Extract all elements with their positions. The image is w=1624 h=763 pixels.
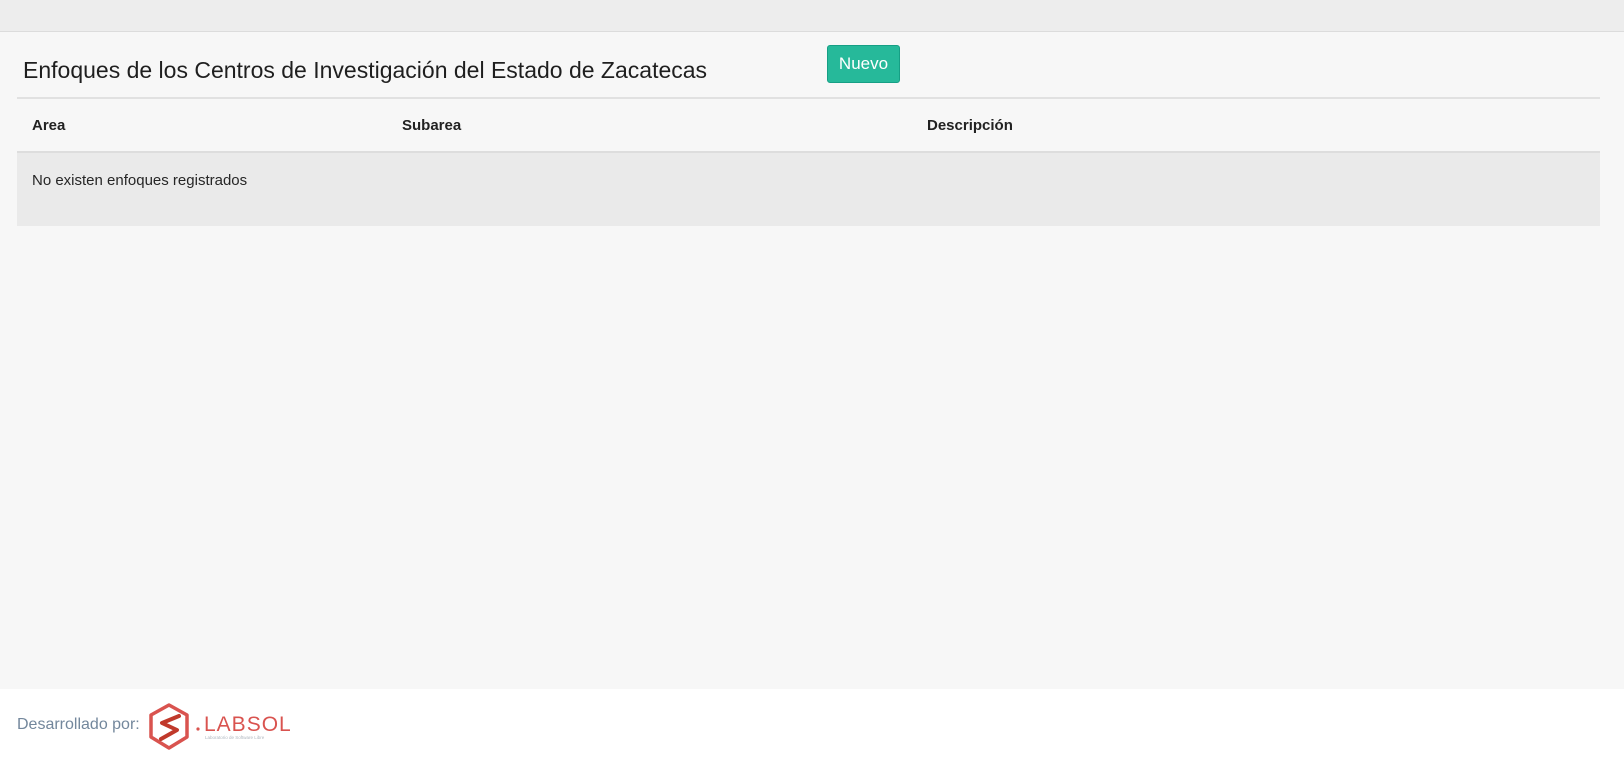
new-button[interactable]: Nuevo (827, 45, 900, 83)
footer: Desarrollado por: LABSOL Laboratorio de … (0, 689, 1624, 763)
footer-label: Desarrollado por: (17, 716, 140, 733)
enfoques-table-container: Area Subarea Descripción No existen enfo… (17, 97, 1600, 226)
column-header-area: Area (17, 99, 387, 153)
column-header-descripcion: Descripción (912, 99, 1600, 153)
labsol-logo: LABSOL Laboratorio de Software Libre (149, 703, 292, 750)
empty-message: No existen enfoques registrados (17, 152, 1600, 226)
column-header-subarea: Subarea (387, 99, 912, 153)
top-navbar (0, 0, 1624, 32)
logo-subtext: Laboratorio de Software Libre (205, 735, 265, 740)
table-row: No existen enfoques registrados (17, 152, 1600, 226)
logo-s-mark (159, 714, 181, 741)
table-header-row: Area Subarea Descripción (17, 99, 1600, 153)
main-content: Enfoques de los Centros de Investigación… (0, 32, 1624, 689)
logo-text: LABSOL (204, 713, 292, 736)
logo-dot (196, 727, 200, 731)
enfoques-table: Area Subarea Descripción No existen enfo… (17, 99, 1600, 226)
page-title: Enfoques de los Centros de Investigación… (23, 57, 708, 83)
